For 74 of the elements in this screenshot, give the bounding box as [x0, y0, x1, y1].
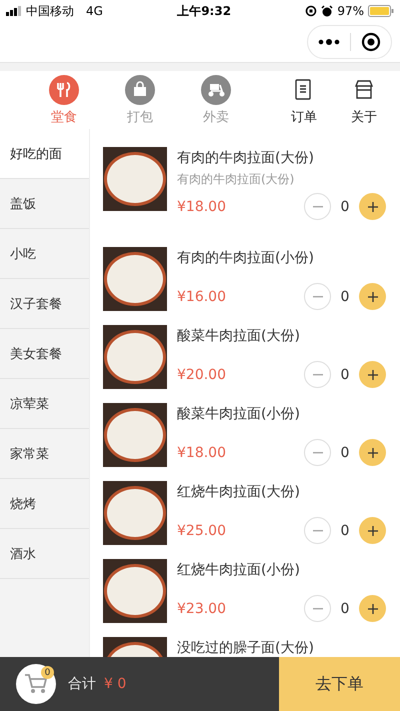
plus-icon: [368, 448, 378, 458]
plus-button[interactable]: [359, 439, 386, 466]
category-item[interactable]: 家常菜: [0, 429, 89, 479]
plus-icon: [368, 526, 378, 536]
scooter-icon: [200, 74, 232, 106]
minus-icon: [312, 296, 322, 298]
plus-icon: [368, 370, 378, 380]
dish-price: ¥23.00: [177, 600, 226, 616]
dish-price: ¥20.00: [177, 366, 226, 382]
dish-name: 酸菜牛肉拉面(小份): [177, 405, 301, 424]
category-item[interactable]: 盖饭: [0, 179, 89, 229]
plus-button[interactable]: [359, 193, 386, 220]
category-item[interactable]: 烧烤: [0, 479, 89, 529]
food-photo-placeholder: [103, 247, 167, 311]
total-amount: ¥ 0: [104, 676, 126, 692]
category-item[interactable]: 好吃的面: [0, 129, 89, 179]
dish-price: ¥16.00: [177, 288, 226, 304]
minus-icon: [312, 530, 322, 532]
quantity: 0: [340, 444, 350, 460]
cart-count-badge: 0: [41, 666, 54, 679]
category-item[interactable]: 美女套餐: [0, 329, 89, 379]
battery-icon: [368, 5, 394, 17]
dish-name: 有肉的牛肉拉面(小份): [177, 249, 315, 268]
cart-button[interactable]: 0: [16, 664, 56, 704]
dish-name: 没吃过的臊子面(大份): [177, 639, 315, 657]
minus-icon: [312, 374, 322, 376]
dish-price: ¥18.00: [177, 444, 226, 460]
checkout-button[interactable]: 去下单: [279, 657, 400, 711]
minus-icon: [312, 608, 322, 610]
signal-icon: [6, 6, 22, 16]
quantity: 0: [340, 600, 350, 616]
quantity: 0: [340, 198, 350, 214]
plus-button[interactable]: [359, 283, 386, 310]
food-photo-placeholder: [103, 325, 167, 389]
quantity: 0: [340, 522, 350, 538]
dish-description: 有肉的牛肉拉面(大份): [177, 171, 296, 188]
more-icon[interactable]: [318, 39, 340, 45]
quantity: 0: [340, 366, 350, 382]
category-item[interactable]: 小吃: [0, 229, 89, 279]
dish-name: 红烧牛肉拉面(小份): [177, 561, 301, 580]
plus-button[interactable]: [359, 361, 386, 388]
bag-icon: [124, 74, 156, 106]
network-type: 4G: [86, 4, 103, 18]
quantity: 0: [340, 288, 350, 304]
carrier-name: 中国移动: [26, 2, 74, 20]
fork-knife-icon: [48, 74, 80, 106]
close-icon[interactable]: [361, 32, 381, 52]
total-label: 合计: [68, 675, 96, 693]
minus-icon: [312, 452, 322, 454]
food-photo-placeholder: [103, 147, 167, 211]
tab[interactable]: 订单: [274, 74, 334, 126]
cart-icon: [24, 673, 48, 695]
alarm-icon: [321, 5, 334, 17]
plus-icon: [368, 202, 378, 212]
rotation-lock-icon: [305, 5, 318, 17]
battery-percent: 97%: [337, 4, 364, 18]
dish-name: 红烧牛肉拉面(大份): [177, 483, 301, 502]
dish-name: 酸菜牛肉拉面(大份): [177, 327, 301, 346]
tab[interactable]: 关于: [334, 74, 394, 126]
dish-name: 有肉的牛肉拉面(大份): [177, 149, 315, 168]
plus-button[interactable]: [359, 595, 386, 622]
minus-icon: [312, 206, 322, 208]
food-photo-placeholder: [103, 559, 167, 623]
plus-icon: [368, 292, 378, 302]
food-photo-placeholder: [103, 481, 167, 545]
plus-icon: [368, 604, 378, 614]
dish-price: ¥25.00: [177, 522, 226, 538]
plus-button[interactable]: [359, 517, 386, 544]
category-item[interactable]: 酒水: [0, 529, 89, 579]
clock-time: 上午9:32: [177, 2, 232, 20]
dish-price: ¥18.00: [177, 198, 226, 214]
category-item[interactable]: 凉荤菜: [0, 379, 89, 429]
food-photo-placeholder: [103, 403, 167, 467]
category-item[interactable]: 汉子套餐: [0, 279, 89, 329]
